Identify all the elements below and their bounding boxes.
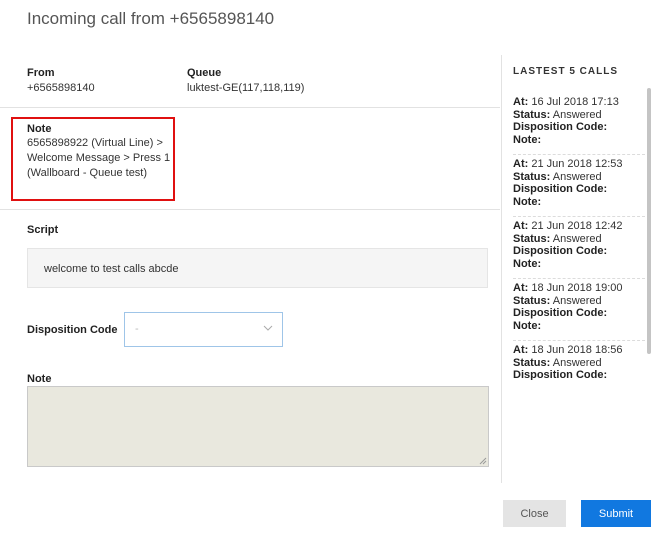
disposition-code-label: Disposition Code: (513, 369, 608, 380)
call-status: Answered (552, 356, 602, 369)
call-at: 16 Jul 2018 17:13 (531, 96, 619, 108)
disposition-code-label: Disposition Code: (513, 121, 608, 133)
status-label: Status: (513, 232, 551, 245)
note-input-label: Note (27, 373, 52, 385)
call-status: Answered (552, 170, 602, 183)
disposition-select[interactable]: - (124, 312, 283, 347)
call-at: 18 Jun 2018 18:56 (531, 344, 623, 356)
from-label: From (27, 67, 55, 79)
note-textarea[interactable] (27, 386, 489, 467)
from-value: +6565898140 (27, 82, 95, 94)
last-calls-list[interactable]: At: 16 Jul 2018 17:13 Status: Answered D… (513, 93, 645, 380)
queue-section: Queue luktest-GE(117,118,119) (187, 67, 304, 94)
call-history-item: At: 21 Jun 2018 12:42 Status: Answered D… (513, 217, 645, 279)
resize-handle-icon[interactable] (478, 456, 487, 465)
divider (0, 209, 500, 210)
divider (0, 107, 500, 108)
script-label: Script (27, 224, 59, 236)
disposition-code-label: Disposition Code: (513, 183, 608, 195)
call-history-item: At: 18 Jun 2018 18:56 Status: Answered D… (513, 341, 645, 380)
status-label: Status: (513, 356, 551, 369)
call-status: Answered (552, 232, 602, 245)
status-label: Status: (513, 108, 551, 121)
note-label: Note: (513, 195, 542, 208)
at-label: At: (513, 158, 529, 170)
call-history-item: At: 16 Jul 2018 17:13 Status: Answered D… (513, 93, 645, 155)
submit-button[interactable]: Submit (581, 500, 651, 527)
at-label: At: (513, 220, 529, 232)
call-history-item: At: 18 Jun 2018 19:00 Status: Answered D… (513, 279, 645, 341)
status-label: Status: (513, 170, 551, 183)
queue-label: Queue (187, 67, 222, 79)
queue-value: luktest-GE(117,118,119) (187, 82, 305, 94)
call-history-item: At: 21 Jun 2018 12:53 Status: Answered D… (513, 155, 645, 217)
call-at: 18 Jun 2018 19:00 (531, 282, 623, 294)
last-calls-title: LASTEST 5 CALLS (513, 66, 619, 77)
call-status: Answered (552, 108, 602, 121)
script-box: welcome to test calls abcde (27, 248, 488, 288)
scrollbar-thumb[interactable] (647, 88, 651, 354)
script-text: welcome to test calls abcde (44, 263, 179, 275)
call-at: 21 Jun 2018 12:42 (531, 220, 623, 232)
call-note-section: Note 6565898922 (Virtual Line) > Welcome… (27, 123, 172, 181)
sidebar-divider (501, 55, 502, 483)
call-note-label: Note (27, 123, 52, 135)
disposition-code-label: Disposition Code: (513, 307, 608, 319)
note-label: Note: (513, 257, 542, 270)
status-label: Status: (513, 294, 551, 307)
call-at: 21 Jun 2018 12:53 (531, 158, 623, 170)
chevron-down-icon (263, 325, 273, 331)
at-label: At: (513, 96, 529, 108)
disposition-selected-value: - (135, 323, 139, 335)
note-label: Note: (513, 319, 542, 332)
close-button[interactable]: Close (503, 500, 566, 527)
disposition-label: Disposition Code (27, 324, 118, 336)
note-label: Note: (513, 133, 542, 146)
call-note-value: 6565898922 (Virtual Line) > Welcome Mess… (27, 137, 171, 179)
from-section: From +6565898140 (27, 67, 95, 94)
disposition-code-label: Disposition Code: (513, 245, 608, 257)
at-label: At: (513, 282, 529, 294)
call-status: Answered (552, 294, 602, 307)
dialog-title: Incoming call from +6565898140 (27, 9, 275, 28)
at-label: At: (513, 344, 529, 356)
